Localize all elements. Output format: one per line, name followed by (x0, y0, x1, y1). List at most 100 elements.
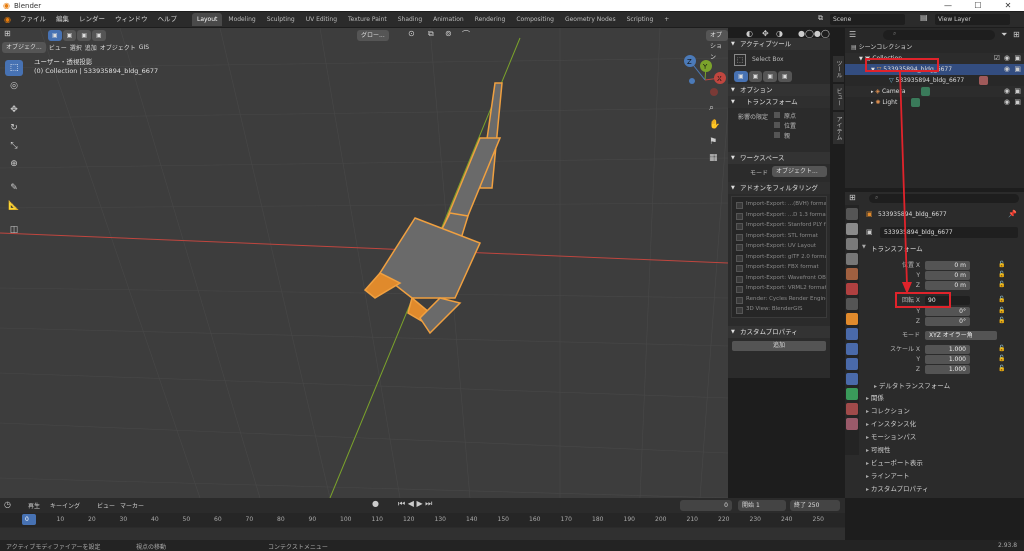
timeline-editor-icon[interactable]: ◷ (4, 500, 11, 509)
properties-editor-icon[interactable]: ⊞ (849, 193, 856, 202)
lock-scale-x-icon[interactable]: 🔓 (998, 345, 1005, 352)
collection-props-tab[interactable] (846, 298, 858, 310)
affect-origins-checkbox[interactable] (774, 112, 780, 118)
menu-marker[interactable]: マーカー (120, 501, 144, 510)
scale-tool-icon[interactable]: ⤡ (5, 138, 23, 154)
addon-item[interactable]: Import-Export: ...(BVH) format (732, 199, 826, 210)
menu-render[interactable]: レンダー (74, 12, 110, 27)
addon-item[interactable]: Render: Cycles Render Engine (732, 294, 826, 305)
maximize-button[interactable]: ☐ (963, 0, 993, 11)
shading-mode-icons[interactable]: ●◯●◯ (798, 29, 830, 38)
tab-view[interactable]: ビュー (833, 84, 844, 110)
physics-props-tab[interactable] (846, 358, 858, 370)
visibility-icon[interactable]: ◐ (746, 29, 753, 38)
lock-rotation-y-icon[interactable]: 🔓 (998, 307, 1005, 314)
tab-compositing[interactable]: Compositing (511, 13, 559, 26)
transform-orientation-selector[interactable]: グロー... (357, 30, 389, 41)
scene-selector[interactable]: Scene (830, 14, 905, 25)
location-x-field[interactable]: 0 m (925, 261, 970, 270)
constraints-props-tab[interactable] (846, 373, 858, 385)
camera-view-icon[interactable]: ⚑ (709, 137, 717, 147)
minimize-button[interactable]: — (933, 0, 963, 11)
new-collection-icon[interactable]: ⊞ (1013, 30, 1020, 39)
affect-parents-checkbox[interactable] (774, 132, 780, 138)
addon-item[interactable]: Import-Export: ...D 1.3 format (732, 210, 826, 221)
tool-props-tab[interactable] (846, 208, 858, 220)
lock-location-x-icon[interactable]: 🔓 (998, 261, 1005, 268)
particles-props-tab[interactable] (846, 343, 858, 355)
motion-paths-section[interactable]: モーションパス (866, 432, 916, 442)
measure-tool-icon[interactable]: 📐 (5, 198, 23, 214)
eye-icon[interactable]: ◉ (1004, 53, 1010, 64)
select-box-tool-icon[interactable]: ⬚ (5, 60, 23, 76)
location-z-field[interactable]: 0 m (925, 281, 970, 290)
custom-properties-header[interactable]: カスタムプロパティ (728, 325, 830, 338)
add-workspace-button[interactable]: + (659, 13, 674, 26)
line-art-section[interactable]: ラインアート (866, 471, 910, 481)
filter-icon[interactable]: ⏷ (1001, 30, 1007, 40)
texture-props-tab[interactable] (846, 418, 858, 430)
addon-item[interactable]: Import-Export: STL format (732, 231, 826, 242)
editor-type-icon[interactable]: ⊞ (4, 29, 11, 38)
menu-add[interactable]: 追加 (85, 43, 97, 52)
tab-layout[interactable]: Layout (191, 13, 223, 26)
addon-item[interactable]: Import-Export: UV Layout (732, 241, 826, 252)
zoom-icon[interactable]: ⌕ (709, 103, 714, 113)
eye-icon[interactable]: ◉ (1004, 86, 1010, 97)
current-frame-field[interactable]: 0 (680, 500, 732, 511)
location-y-field[interactable]: 0 m (925, 271, 970, 280)
outliner-editor-icon[interactable]: ☰ (849, 30, 856, 39)
blender-menu-icon[interactable]: ◉ (0, 15, 15, 24)
select-mode-new-icon[interactable]: ▣ (48, 30, 62, 41)
object-datablock-icon[interactable]: ▣ (866, 228, 873, 236)
eye-icon[interactable]: ◉ (1004, 97, 1010, 108)
viewport-options-button[interactable]: オプション (706, 30, 728, 61)
viewport-display-section[interactable]: ビューポート表示 (866, 458, 923, 468)
scale-x-field[interactable]: 1.000 (925, 345, 970, 354)
gizmo-toggle-icon[interactable]: ✥ (762, 29, 769, 38)
rotation-z-field[interactable]: 0° (925, 317, 970, 326)
menu-file[interactable]: ファイル (15, 12, 51, 27)
menu-keying[interactable]: キーイング (50, 501, 80, 510)
add-cube-tool-icon[interactable]: ◫ (5, 222, 23, 238)
cursor-tool-icon[interactable]: ◎ (5, 78, 23, 94)
end-frame-field[interactable]: 終了 250 (790, 500, 840, 511)
tab-tool[interactable]: ツール (833, 56, 844, 82)
custom-properties-section[interactable]: カスタムプロパティ (866, 484, 929, 494)
rotation-y-field[interactable]: 0° (925, 307, 970, 316)
lock-scale-y-icon[interactable]: 🔓 (998, 355, 1005, 362)
options-header[interactable]: オプション (728, 84, 830, 96)
menu-select[interactable]: 選択 (70, 43, 82, 52)
playback-controls[interactable]: ⏮ ◀ ▶ ⏭ (398, 499, 432, 509)
record-icon[interactable]: ● (372, 499, 379, 508)
exclude-checkbox-icon[interactable]: ☑ (994, 53, 1000, 64)
lock-location-z-icon[interactable]: 🔓 (998, 281, 1005, 288)
addon-item[interactable]: Import-Export: Wavefront OB... (732, 273, 826, 284)
addon-item[interactable]: Import-Export: Stanford PLY f... (732, 220, 826, 231)
timeline-track-area[interactable] (0, 528, 845, 540)
lock-rotation-z-icon[interactable]: 🔓 (998, 317, 1005, 324)
move-tool-icon[interactable]: ✥ (5, 102, 23, 118)
mode-selector[interactable]: オブジェク... (2, 42, 46, 53)
annotate-tool-icon[interactable]: ✎ (5, 180, 23, 196)
tab-sculpting[interactable]: Sculpting (262, 13, 300, 26)
workspace-mode-selector[interactable]: オブジェクト... (772, 166, 827, 177)
outliner-search-input[interactable]: ⌕ (883, 30, 995, 40)
world-props-tab[interactable] (846, 283, 858, 295)
menu-edit[interactable]: 編集 (51, 12, 74, 27)
render-camera-icon[interactable]: ▣ (1014, 86, 1021, 97)
select-mode-subtract-icon[interactable]: ▣ (77, 30, 92, 41)
tab-item[interactable]: アイテム (833, 112, 844, 144)
transform-subheader[interactable]: トランスフォーム (728, 96, 830, 108)
scale-y-field[interactable]: 1.000 (925, 355, 970, 364)
rotate-tool-icon[interactable]: ↻ (5, 120, 23, 136)
tool-mode-extend-icon[interactable]: ▣ (748, 71, 763, 82)
menu-view[interactable]: ビュー (49, 43, 67, 52)
menu-window[interactable]: ウィンドウ (110, 12, 153, 27)
view-layer-selector[interactable]: View Layer (935, 14, 1010, 25)
render-camera-icon[interactable]: ▣ (1014, 97, 1021, 108)
grid-view-icon[interactable]: ▦ (709, 153, 718, 163)
overlay-toggle-icon[interactable]: ◑ (776, 29, 783, 38)
tab-scripting[interactable]: Scripting (622, 13, 659, 26)
addon-item[interactable]: 3D View: BlenderGIS (732, 304, 826, 315)
